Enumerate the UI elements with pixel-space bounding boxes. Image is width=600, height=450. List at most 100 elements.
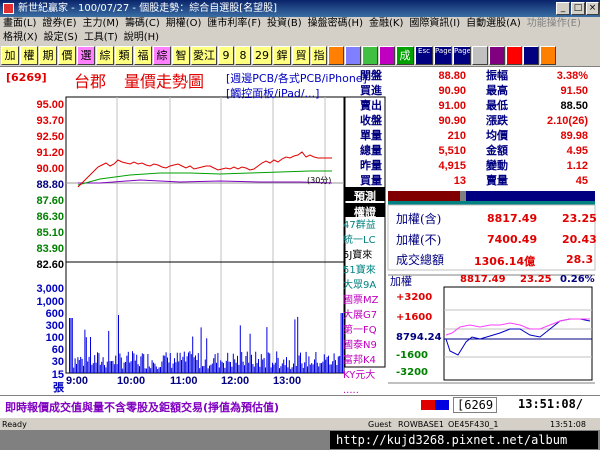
warrant-item[interactable]: 47群益 [343,218,387,233]
menu-item[interactable]: 投資(B) [264,17,305,31]
volume-bar [120,357,122,373]
volume-bar [325,359,327,373]
volume-bar [148,366,150,373]
mini-chart-change: 23.25 [520,274,552,285]
warrant-item[interactable]: 大眾9A [343,278,387,293]
volume-bar [85,337,87,373]
warrant-item[interactable]: 大展G7 [343,308,387,323]
quote-label: 開盤 [360,70,382,82]
toolbar-button[interactable]: 類 [115,46,133,65]
price-tick: 86.30 [36,211,64,223]
status-time: 13:51:08/ [518,397,584,411]
toolbar-button[interactable]: 綜 [153,46,171,65]
volume-bar [316,362,318,373]
menu-item[interactable]: 工具(T) [81,31,121,45]
toolbar-button[interactable]: 8 [235,46,251,65]
index-label-3: 成交總額 [396,253,445,267]
volume-bar [326,356,328,373]
status-code: 6269 [464,398,494,412]
volume-bar [99,364,101,373]
menu-item[interactable]: 功能操作(E) [524,17,584,31]
toolbar-button[interactable]: Esc [415,46,433,65]
warrant-item[interactable]: 5J寶來 [343,248,387,263]
toolbar-button[interactable]: 29 [252,46,272,65]
menu-item[interactable]: 主力(M) [80,17,122,31]
warrant-item[interactable]: 富邦K4 [343,353,387,368]
concept-tags-2[interactable]: [觸控面板/iPad/...] [226,85,319,101]
volume-bar [102,357,104,373]
toolbar-button[interactable] [328,46,344,65]
toolbar-button[interactable]: Page Up [434,46,452,65]
toolbar-button[interactable]: 9 [218,46,234,65]
volume-bar [71,318,73,373]
warrant-item[interactable]: KY元大 [343,368,387,383]
toolbar-button[interactable] [362,46,378,65]
volume-bar [98,353,100,373]
close-button[interactable]: × [586,2,599,15]
toolbar-button[interactable]: 價 [58,46,76,65]
toolbar-button[interactable]: 成 [396,46,414,65]
volume-bar [248,362,250,373]
volume-bar [74,358,76,373]
warrant-item[interactable]: 統一LC [343,233,387,248]
status-color-indicator [421,400,449,410]
volume-bar [217,352,219,373]
toolbar-button[interactable]: 綜 [96,46,114,65]
menu-item[interactable]: 說明(H) [121,31,162,45]
minimize-button[interactable]: _ [556,2,570,15]
concept-tags-1[interactable]: [週邊PCB/各式PCB/iPhone] [226,70,367,86]
menu-item[interactable]: 證券(E) [39,17,79,31]
menu-item[interactable]: 籌碼(C) [122,17,163,31]
toolbar-button[interactable] [472,46,488,65]
toolbar-button[interactable]: 選 [77,46,95,65]
menu-item[interactable]: 格視(X) [0,31,41,45]
code-input[interactable]: [6269 [453,397,498,413]
toolbar-button[interactable]: 愛江 [191,46,217,65]
toolbar-button[interactable] [523,46,539,65]
toolbar-button[interactable] [379,46,395,65]
warrant-item[interactable]: 國泰N9 [343,338,387,353]
volume-bar [227,352,229,373]
volume-bar [318,366,320,373]
menu-item[interactable]: 設定(S) [41,31,81,45]
volume-bar [273,364,275,373]
toolbar-button[interactable]: 權 [20,46,38,65]
toolbar-button[interactable] [345,46,361,65]
toolbar-button[interactable]: 福 [134,46,152,65]
ma-label: (30分) [307,176,332,185]
menu-item[interactable]: 國際資訊(I) [406,17,463,31]
toolbar-button[interactable]: 期 [39,46,57,65]
volume-bar [284,365,286,373]
title-bar: 新世紀贏家 - 100/07/27 - 個股走勢：綜合自選股[名望股] _ □ … [0,0,600,17]
volume-bar [266,327,268,373]
toolbar-button[interactable] [540,46,556,65]
menu-item[interactable]: 畫面(L) [0,17,39,31]
menu-item[interactable]: 期權(O) [163,17,205,31]
toolbar-button[interactable]: 指 [311,46,327,65]
warrant-item[interactable]: 國票MZ [343,293,387,308]
quote-value: 88.50 [560,100,588,112]
toolbar-button[interactable]: 智 [172,46,190,65]
menu-item[interactable]: 操盤密碼(H) [305,17,366,31]
quote-row: 單量 210 均價 89.98 [360,129,592,144]
predict-button[interactable]: 預測 [345,188,385,204]
warrant-item[interactable]: 第一FQ [343,323,387,338]
maximize-button[interactable]: □ [571,2,585,15]
volume-bar [104,365,105,373]
menu-bar: 畫面(L) 證券(E) 主力(M) 籌碼(C) 期權(O) 匯市利率(F) 投資(B) 操盤密… [0,17,600,31]
menu-item[interactable]: 匯市利率(F) [204,17,264,31]
toolbar-button[interactable] [506,46,522,65]
toolbar-button[interactable]: 貿 [292,46,310,65]
volume-bar [330,364,332,373]
toolbar-button[interactable]: Page Down [453,46,471,65]
menu-item[interactable]: 自動選股(A) [463,17,524,31]
time-tick: 9:00 [66,375,89,387]
volume-tick: 3,000 [36,283,64,295]
toolbar-button[interactable]: 銲 [273,46,291,65]
warrant-item[interactable]: 51寶來 [343,263,387,278]
toolbar-button[interactable]: 加 [1,46,19,65]
menu-item[interactable]: 金融(K) [366,17,406,31]
toolbar-button[interactable] [489,46,505,65]
volume-bar [199,368,201,373]
stock-code[interactable]: [6269] [6,71,47,84]
